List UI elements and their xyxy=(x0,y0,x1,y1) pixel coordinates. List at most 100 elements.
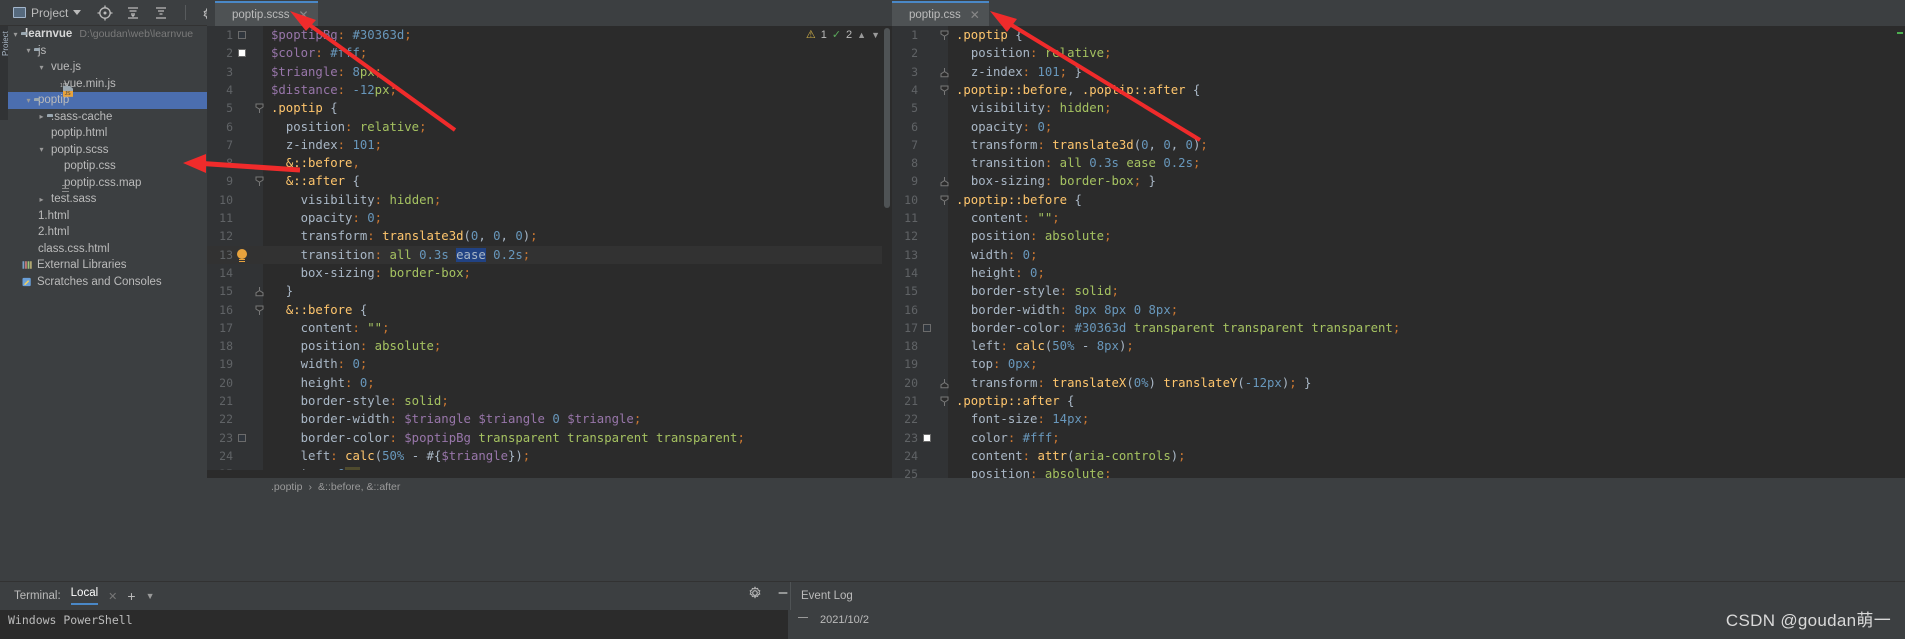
project-tree[interactable]: learnvue D:\goudan\web\learnvue jsJSvue.js… xyxy=(8,26,207,481)
code-line[interactable]: 21 .poptip::after { xyxy=(892,392,1905,410)
breadcrumb-item-0[interactable]: .poptip xyxy=(271,481,303,493)
tree-toggle-open-icon[interactable] xyxy=(36,145,47,154)
code-line[interactable]: 15 border-style: solid; xyxy=(892,282,1905,300)
code-line[interactable]: 1 $poptipBg: #30363d; xyxy=(207,26,892,44)
code-line[interactable]: 18 position: absolute; xyxy=(207,337,892,355)
tree-item-poptip-scss[interactable]: SASSpoptip.scss xyxy=(8,142,207,159)
tree-item-learnvue[interactable]: learnvue D:\goudan\web\learnvue xyxy=(8,26,207,43)
code-fold-start-icon[interactable] xyxy=(940,85,949,96)
tree-item-scratches-and-consoles[interactable]: Scratches and Consoles xyxy=(8,274,207,291)
code-line[interactable]: 20 transform: translateX(0%) translateY(… xyxy=(892,374,1905,392)
code-line[interactable]: 16 &::before { xyxy=(207,301,892,319)
code-line[interactable]: 13 transition: all 0.3s ease 0.2s; xyxy=(207,245,892,264)
tree-toggle-closed-icon[interactable] xyxy=(36,195,47,204)
code-line[interactable]: 3 $triangle: 8px; xyxy=(207,63,892,81)
code-line[interactable]: 13 width: 0; xyxy=(892,246,1905,264)
tree-item-2-html[interactable]: H 2.html xyxy=(8,224,207,241)
minimize-icon[interactable] xyxy=(776,586,790,605)
plus-icon[interactable]: + xyxy=(127,588,135,604)
code-line[interactable]: 16 border-width: 8px 8px 0 8px; xyxy=(892,301,1905,319)
code-line[interactable]: 5 .poptip { xyxy=(207,99,892,117)
code-fold-end-icon[interactable] xyxy=(940,176,949,187)
code-line[interactable]: 3 z-index: 101; } xyxy=(892,63,1905,81)
code-line[interactable]: 17 border-color: #30363d transparent tra… xyxy=(892,319,1905,337)
color-swatch-gutter-icon[interactable] xyxy=(238,49,246,58)
tree-item-js[interactable]: js xyxy=(8,43,207,60)
breadcrumb-left[interactable]: .poptip › &::before, &::after xyxy=(207,478,892,496)
close-icon[interactable]: ✕ xyxy=(108,590,117,603)
code-line[interactable]: 2 position: relative; xyxy=(892,44,1905,62)
editor-vertical-scrollbar-right[interactable] xyxy=(1895,26,1905,496)
inspection-widget-left[interactable]: ⚠ 1 ✓ 2 ▲ ▼ xyxy=(806,28,880,42)
project-view-selector[interactable]: Project xyxy=(13,6,82,20)
tree-toggle-open-icon[interactable] xyxy=(23,96,34,105)
code-line[interactable]: 20 height: 0; xyxy=(207,374,892,392)
code-line[interactable]: 19 top: 0px; xyxy=(892,355,1905,373)
terminal-tab-local[interactable]: Local xyxy=(70,587,99,605)
chevron-down-icon[interactable]: ▼ xyxy=(871,30,880,40)
tree-item-poptip-css[interactable]: CSS poptip.css xyxy=(8,158,207,175)
color-swatch-gutter-icon[interactable] xyxy=(238,433,246,442)
color-swatch-gutter-icon[interactable] xyxy=(238,31,246,39)
code-fold-start-icon[interactable] xyxy=(255,305,264,316)
code-line[interactable]: 21 border-style: solid; xyxy=(207,392,892,410)
code-line[interactable]: 6 position: relative; xyxy=(207,118,892,136)
expand-all-icon[interactable] xyxy=(153,5,169,21)
chevron-down-icon[interactable] xyxy=(73,10,82,15)
code-fold-end-icon[interactable] xyxy=(940,378,949,389)
tree-item-class-css-html[interactable]: Hclass.css.html xyxy=(8,241,207,258)
tree-item-external-libraries[interactable]: External Libraries xyxy=(8,257,207,274)
code-line[interactable]: 1 .poptip { xyxy=(892,26,1905,44)
code-line[interactable]: 12 position: absolute; xyxy=(892,227,1905,245)
code-line[interactable]: 18 left: calc(50% - 8px); xyxy=(892,337,1905,355)
code-area-right[interactable]: 1 .poptip {2 position: relative; 3 z-index… xyxy=(892,26,1905,496)
code-line[interactable]: 22 border-width: $triangle $triangle 0 $… xyxy=(207,410,892,428)
code-line[interactable]: 15 } xyxy=(207,282,892,300)
chevron-up-icon[interactable]: ▲ xyxy=(857,30,866,40)
code-fold-end-icon[interactable] xyxy=(940,67,949,78)
code-line[interactable]: 14 height: 0; xyxy=(892,264,1905,282)
code-line[interactable]: 12 transform: translate3d(0, 0, 0); xyxy=(207,227,892,245)
code-line[interactable]: 8 &::before, xyxy=(207,154,892,172)
tree-horizontal-scrollbar[interactable] xyxy=(207,470,414,478)
intention-bulb-icon[interactable] xyxy=(237,248,247,260)
tree-toggle-open-icon[interactable] xyxy=(23,46,34,55)
code-line[interactable]: 9 &::after { xyxy=(207,172,892,190)
code-line[interactable]: 19 width: 0; xyxy=(207,355,892,373)
code-line[interactable]: 10 .poptip::before { xyxy=(892,191,1905,209)
code-line[interactable]: 6 opacity: 0; xyxy=(892,118,1905,136)
event-log-header[interactable]: Event Log xyxy=(790,582,853,610)
tree-toggle-open-icon[interactable] xyxy=(10,30,21,39)
tree-item-vue-js[interactable]: JSvue.js xyxy=(8,59,207,76)
code-fold-start-icon[interactable] xyxy=(940,30,949,41)
tab-poptip-css[interactable]: CSS poptip.css ✕ xyxy=(892,1,989,26)
code-line[interactable]: 9 box-sizing: border-box; } xyxy=(892,172,1905,190)
code-area-left[interactable]: ⚠ 1 ✓ 2 ▲ ▼ 1 $poptipBg: #30363d; 2 $color:… xyxy=(207,26,892,496)
code-line[interactable]: 2 $color: #fff; xyxy=(207,44,892,62)
tab-poptip-scss[interactable]: SASS poptip.scss ✕ xyxy=(215,1,318,26)
code-line[interactable]: 14 box-sizing: border-box; xyxy=(207,264,892,282)
code-fold-start-icon[interactable] xyxy=(940,195,949,206)
close-icon[interactable]: ✕ xyxy=(299,8,309,22)
tree-item--sass-cache[interactable]: .sass-cache xyxy=(8,109,207,126)
chevron-down-icon[interactable]: ▼ xyxy=(146,591,155,601)
code-line[interactable]: 11 opacity: 0; xyxy=(207,209,892,227)
editor-vertical-scrollbar-left[interactable] xyxy=(882,26,892,496)
code-line[interactable]: 8 transition: all 0.3s ease 0.2s; xyxy=(892,154,1905,172)
code-line[interactable]: 4 $distance: -12px; xyxy=(207,81,892,99)
target-icon[interactable] xyxy=(97,5,113,21)
code-line[interactable]: 10 visibility: hidden; xyxy=(207,191,892,209)
tree-toggle-open-icon[interactable] xyxy=(36,63,47,72)
code-line[interactable]: 4 .poptip::before, .poptip::after { xyxy=(892,81,1905,99)
tree-item-vue-min-js[interactable]: 101JSvue.min.js xyxy=(8,76,207,97)
breadcrumb-item-1[interactable]: &::before, &::after xyxy=(318,481,400,493)
color-swatch-gutter-icon[interactable] xyxy=(923,433,931,442)
code-line[interactable]: 24 left: calc(50% - #{$triangle}); xyxy=(207,447,892,465)
tree-item-poptip[interactable]: poptip xyxy=(8,92,207,109)
gear-icon[interactable] xyxy=(748,586,762,605)
code-line[interactable]: 23 color: #fff; xyxy=(892,429,1905,447)
tree-item-poptip-css-map[interactable]: poptip.css.map xyxy=(8,175,207,192)
code-fold-end-icon[interactable] xyxy=(255,286,264,297)
tree-item-poptip-html[interactable]: Hpoptip.html xyxy=(8,125,207,142)
code-line[interactable]: 22 font-size: 14px; xyxy=(892,410,1905,428)
